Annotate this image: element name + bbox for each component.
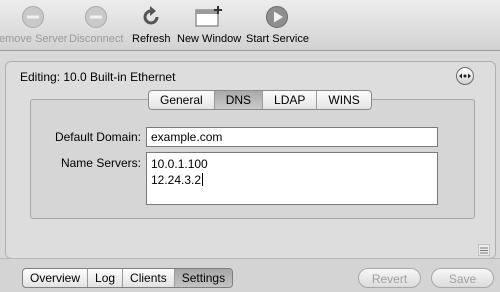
refresh-button[interactable]: Refresh (132, 5, 171, 45)
tab-log[interactable]: Log (88, 269, 124, 287)
action-menu-button[interactable] (456, 67, 474, 85)
resize-grip-icon[interactable] (478, 244, 490, 256)
editing-title: Editing: 10.0 Built-in Ethernet (20, 70, 176, 84)
revert-button[interactable]: Revert (358, 268, 421, 288)
tab-overview[interactable]: Overview (23, 269, 89, 287)
editor-tabs: General DNS LDAP WINS (148, 90, 372, 110)
save-button[interactable]: Save (431, 268, 494, 288)
disconnect-button[interactable]: Disconnect (69, 5, 123, 45)
action-menu-icon (459, 73, 471, 79)
refresh-icon (143, 6, 159, 25)
text-caret (202, 173, 204, 186)
name-server-line: 12.24.3.2 (151, 173, 204, 187)
remove-server-icon (22, 6, 45, 28)
default-domain-value: example.com (151, 130, 223, 144)
disconnect-icon (85, 6, 108, 28)
tab-wins[interactable]: WINS (317, 91, 370, 109)
new-window-icon (195, 6, 223, 27)
tab-clients[interactable]: Clients (123, 269, 175, 287)
tab-ldap[interactable]: LDAP (263, 91, 318, 109)
view-selector: Overview Log Clients Settings (22, 268, 234, 288)
start-service-icon (266, 6, 289, 28)
remove-server-button[interactable]: emove Server (0, 5, 67, 45)
start-service-button[interactable]: Start Service (246, 5, 309, 45)
tab-dns[interactable]: DNS (214, 91, 264, 109)
refresh-label: Refresh (132, 33, 171, 45)
name-server-line: 10.0.1.100 (151, 157, 208, 171)
name-servers-label: Name Servers: (60, 156, 141, 170)
tab-settings[interactable]: Settings (174, 269, 233, 287)
name-servers-field[interactable]: 10.0.1.100 12.24.3.2 (146, 152, 438, 205)
toolbar: emove Server Disconnect Refresh New Wind… (0, 0, 500, 51)
new-window-button[interactable]: New Window (177, 5, 241, 45)
remove-server-label: emove Server (0, 33, 68, 45)
start-service-label: Start Service (246, 33, 309, 45)
tab-general[interactable]: General (149, 91, 215, 109)
default-domain-field[interactable]: example.com (146, 127, 438, 147)
new-window-label: New Window (177, 33, 242, 45)
default-domain-label: Default Domain: (54, 130, 141, 144)
disconnect-label: Disconnect (69, 33, 124, 45)
